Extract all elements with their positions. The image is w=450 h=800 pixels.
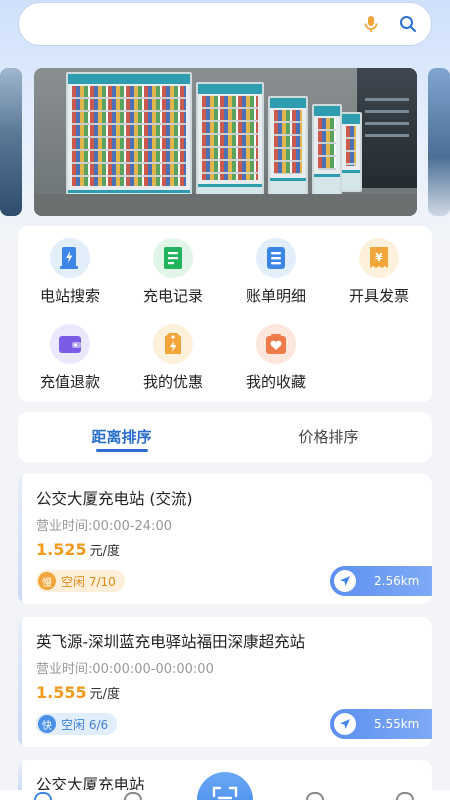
distance-text: 5.55km xyxy=(374,717,420,731)
availability-text: 空闲 6/6 xyxy=(61,717,109,732)
charge-speed-badge: 快 xyxy=(38,715,56,733)
banner-floor xyxy=(34,194,417,216)
invoice-icon: ¥ xyxy=(359,238,399,278)
menu-label: 开具发票 xyxy=(348,287,409,305)
station-price: 1.525 元/度 xyxy=(36,540,120,559)
menu-label: 我的收藏 xyxy=(245,373,306,391)
tab-price-sort[interactable]: 价格排序 xyxy=(225,412,432,462)
sort-tabs: 距离排序 价格排序 xyxy=(18,412,432,462)
charge-speed-badge: 慢 xyxy=(38,572,56,590)
price-unit: 元/度 xyxy=(89,687,120,702)
menu-label: 充电记录 xyxy=(142,287,203,305)
wallet-icon xyxy=(50,324,90,364)
tab-distance-sort[interactable]: 距离排序 xyxy=(18,412,225,462)
charge-record-icon xyxy=(153,238,193,278)
station-search-icon xyxy=(50,238,90,278)
menu-recharge-refund[interactable]: 充值退款 xyxy=(18,324,122,404)
distance-text: 2.56km xyxy=(374,574,420,588)
price-value: 1.555 xyxy=(36,683,87,702)
active-tab-indicator xyxy=(96,449,148,452)
navigation-icon xyxy=(334,570,356,592)
location-icon[interactable] xyxy=(124,792,142,800)
station-hours: 营业时间:00:00:00-00:00:00 xyxy=(36,662,214,677)
price-value: 1.525 xyxy=(36,540,87,559)
search-input[interactable] xyxy=(39,11,349,39)
banner-building xyxy=(357,68,417,188)
banner-image[interactable] xyxy=(34,68,417,216)
station-name: 公交大厦充电站 (交流) xyxy=(36,490,193,508)
availability-text: 空闲 7/10 xyxy=(61,574,116,589)
menu-label: 我的优惠 xyxy=(142,373,203,391)
banner-prev-slide[interactable] xyxy=(0,68,22,216)
menu-invoice[interactable]: ¥ 开具发票 xyxy=(327,238,431,318)
station-card[interactable]: 公交大厦充电站 (交流) 营业时间:00:00-24:00 1.525 元/度 慢… xyxy=(18,474,432,604)
search-icon[interactable] xyxy=(399,15,417,33)
bill-detail-icon xyxy=(256,238,296,278)
station-price: 1.555 元/度 xyxy=(36,683,120,702)
banner-vending-machine xyxy=(312,104,342,196)
menu-label: 账单明细 xyxy=(245,287,306,305)
favorite-icon xyxy=(256,324,296,364)
search-bar[interactable] xyxy=(18,2,432,46)
price-unit: 元/度 xyxy=(89,544,120,559)
banner-next-slide[interactable] xyxy=(428,68,450,216)
menu-label: 电站搜索 xyxy=(39,287,100,305)
navigation-icon xyxy=(334,713,356,735)
profile-icon[interactable] xyxy=(396,792,414,800)
status-badge: 慢 空闲 7/10 xyxy=(36,570,125,592)
home-icon[interactable] xyxy=(34,792,52,800)
scan-icon xyxy=(210,784,240,800)
quick-menu-panel: 电站搜索 充电记录 账单明细 ¥ 开具发票 充值退款 我的优惠 我的收藏 xyxy=(18,226,432,402)
distance-badge[interactable]: 5.55km xyxy=(330,709,432,739)
svg-text:¥: ¥ xyxy=(375,251,383,264)
charge-icon[interactable] xyxy=(306,792,324,800)
menu-charge-record[interactable]: 充电记录 xyxy=(121,238,225,318)
microphone-icon[interactable] xyxy=(363,15,379,33)
menu-bill-detail[interactable]: 账单明细 xyxy=(224,238,328,318)
menu-my-coupons[interactable]: 我的优惠 xyxy=(121,324,225,404)
station-card[interactable]: 英飞源-深圳蓝充电驿站福田深康超充站 营业时间:00:00:00-00:00:0… xyxy=(18,617,432,747)
banner-vending-machine xyxy=(196,82,264,206)
banner-vending-machine xyxy=(268,96,308,200)
menu-label: 充值退款 xyxy=(39,373,100,391)
menu-my-favorites[interactable]: 我的收藏 xyxy=(224,324,328,404)
menu-station-search[interactable]: 电站搜索 xyxy=(18,238,122,318)
banner-vending-machine xyxy=(66,72,192,212)
status-badge: 快 空闲 6/6 xyxy=(36,713,118,735)
station-name: 英飞源-深圳蓝充电驿站福田深康超充站 xyxy=(36,633,306,651)
banner-vending-machine xyxy=(340,112,362,192)
station-hours: 营业时间:00:00-24:00 xyxy=(36,519,172,534)
distance-badge[interactable]: 2.56km xyxy=(330,566,432,596)
coupon-icon xyxy=(153,324,193,364)
